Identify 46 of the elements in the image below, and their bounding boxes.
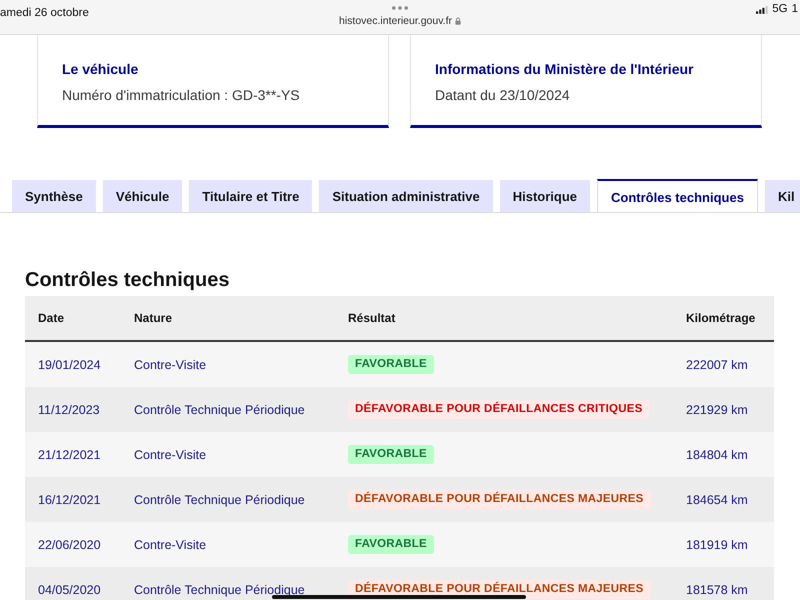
date-cell-text: 04/05/2020 [37,582,102,596]
network-label: 5G [772,3,788,15]
column-header: Résultat [347,311,396,325]
nature-cell-text: Contre-Visite [133,538,208,552]
result-badge: FAVORABLE [348,355,434,374]
date-cell-text: 22/06/2020 [37,538,102,552]
tab[interactable]: Titulaire et Titre [189,180,312,212]
result-badge: DÉFAVORABLE POUR DÉFAILLANCES CRITIQUES [348,400,650,419]
date-cell-text: 19/01/2024 [37,358,102,372]
tab[interactable]: Contrôles techniques [597,179,758,212]
mileage-cell-text: 181578 km [685,582,749,596]
date-cell-text: 21/12/2021 [37,448,102,462]
mileage-cell-text: 222007 km [685,358,749,372]
signal-icon [756,6,768,14]
tab[interactable]: Historique [500,180,590,212]
nature-cell-text: Contre-Visite [133,358,208,372]
more-icon[interactable] [392,6,408,10]
card-title: Informations du Ministère de l'Intérieur [435,61,694,77]
nature-cell-text: Contrôle Technique Périodique [133,582,306,596]
nature-cell-text: Contre-Visite [133,448,208,462]
nature-cell-text: Contrôle Technique Périodique [133,492,306,506]
card-title: Le véhicule [62,61,140,77]
tab[interactable]: Situation administrative [319,180,493,212]
status-date: amedi 26 octobre [0,7,89,19]
result-badge: DÉFAVORABLE POUR DÉFAILLANCES MAJEURES [348,490,651,509]
result-badge: FAVORABLE [348,445,434,464]
nature-cell-text: Contrôle Technique Périodique [133,402,306,416]
lock-icon [455,17,462,25]
tab[interactable]: Synthèse [12,180,96,212]
card-text: Numéro d'immatriculation : GD-3**-YS [62,87,301,103]
date-cell-text: 16/12/2021 [37,492,102,506]
mileage-cell-text: 184804 km [685,448,749,462]
address-url[interactable]: histovec.interieur.gouv.fr [338,15,452,27]
card-text: Datant du 23/10/2024 [435,87,571,103]
section-title: Contrôles techniques [25,268,230,293]
date-cell-text: 11/12/2023 [37,402,101,416]
mileage-cell-text: 184654 km [685,492,749,506]
tab[interactable]: Kil [764,180,800,212]
column-header: Nature [133,311,174,325]
mileage-cell-text: 221929 km [685,402,749,416]
battery-label: 1 [792,3,798,15]
column-header: Date [37,311,66,325]
column-header: Kilométrage [685,311,756,325]
mileage-cell-text: 181919 km [685,538,749,552]
result-badge: FAVORABLE [348,535,434,554]
tab[interactable]: Véhicule [102,180,182,212]
